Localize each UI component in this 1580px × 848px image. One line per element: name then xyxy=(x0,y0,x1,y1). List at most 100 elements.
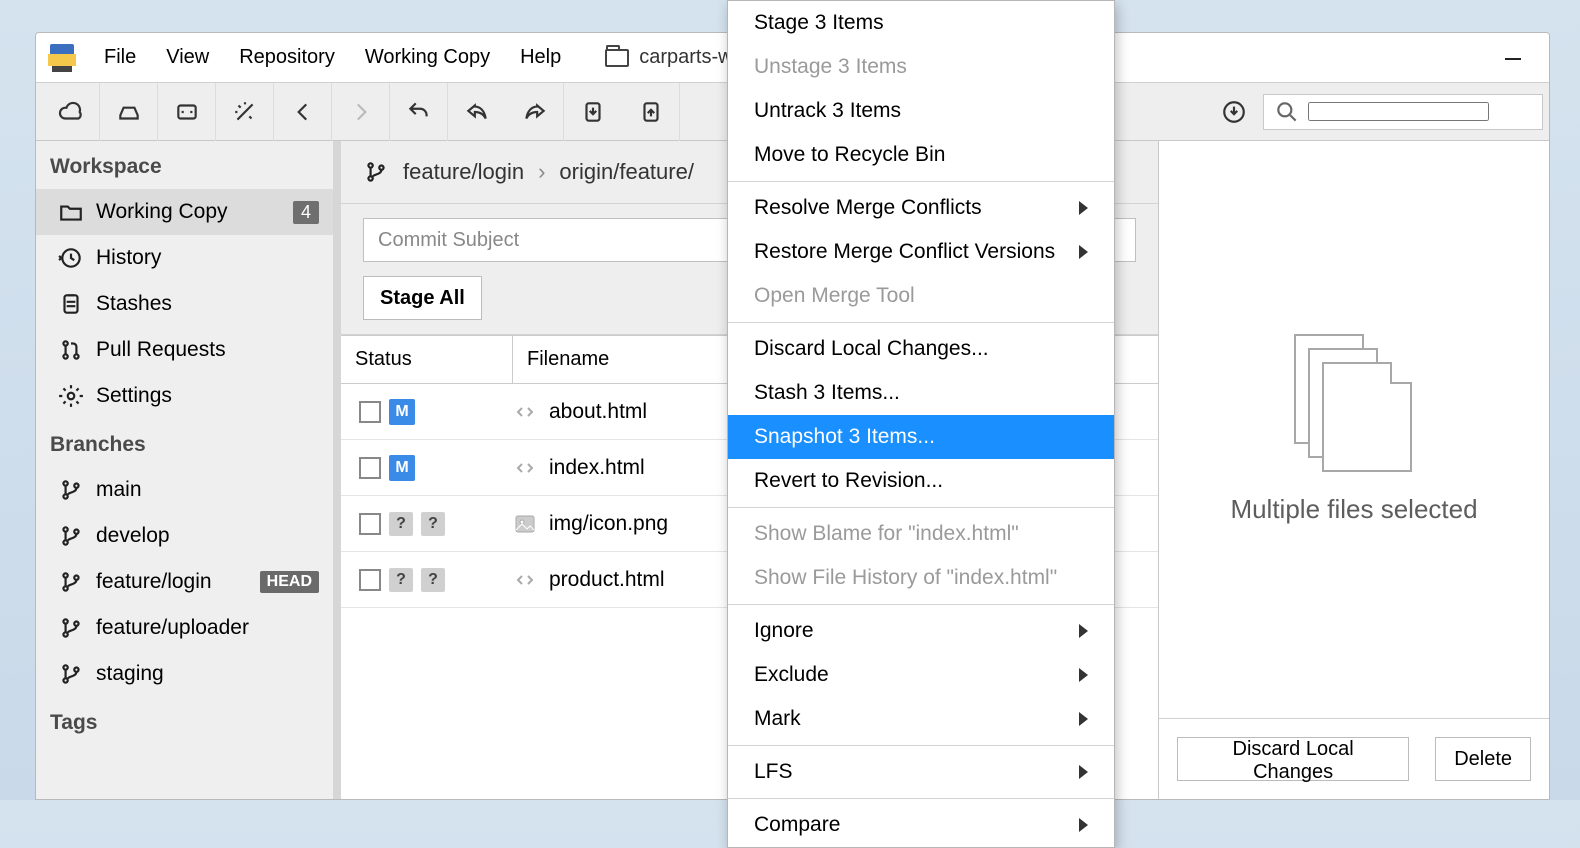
col-status[interactable]: Status xyxy=(341,336,513,383)
submenu-arrow-icon xyxy=(1079,245,1088,259)
menu-item-label: Resolve Merge Conflicts xyxy=(754,196,982,220)
sidebar-branch-feature-login[interactable]: feature/loginHEAD xyxy=(36,559,333,605)
code-icon xyxy=(513,568,537,592)
cloud-button[interactable] xyxy=(42,83,100,141)
search-box[interactable] xyxy=(1263,94,1543,130)
sidebar-branch-staging[interactable]: staging xyxy=(36,651,333,697)
sidebar-item-label: History xyxy=(96,246,161,270)
menu-separator xyxy=(728,322,1114,323)
menu-working-copy[interactable]: Working Copy xyxy=(357,42,498,73)
download-button[interactable] xyxy=(1205,83,1263,141)
discard-changes-button[interactable]: Discard Local Changes xyxy=(1177,737,1409,781)
file-checkbox[interactable] xyxy=(359,569,381,591)
context-menu-item[interactable]: Untrack 3 Items xyxy=(728,89,1114,133)
repo-breadcrumb: carparts-w xyxy=(605,46,732,69)
stash-push-button[interactable] xyxy=(564,83,622,141)
context-menu-item[interactable]: Stage 3 Items xyxy=(728,1,1114,45)
branch-icon xyxy=(58,523,84,549)
menu-item-label: Show Blame for "index.html" xyxy=(754,522,1019,546)
sidebar-item-history[interactable]: History xyxy=(36,235,333,281)
search-input[interactable] xyxy=(1308,102,1489,121)
sidebar-branch-feature-uploader[interactable]: feature/uploader xyxy=(36,605,333,651)
sidebar-item-working-copy[interactable]: Working Copy 4 xyxy=(36,189,333,235)
context-menu-item: Show File History of "index.html" xyxy=(728,556,1114,600)
menu-item-label: Revert to Revision... xyxy=(754,469,943,493)
branch-label: feature/uploader xyxy=(96,616,249,640)
context-menu-item[interactable]: Restore Merge Conflict Versions xyxy=(728,230,1114,274)
window-minimize-button[interactable] xyxy=(1497,47,1529,71)
menu-help[interactable]: Help xyxy=(512,42,569,73)
section-tags: Tags xyxy=(36,697,333,745)
context-menu-item[interactable]: Mark xyxy=(728,697,1114,741)
file-checkbox[interactable] xyxy=(359,401,381,423)
menu-separator xyxy=(728,507,1114,508)
menu-item-label: Exclude xyxy=(754,663,829,687)
sidebar: Workspace Working Copy 4 History Stashes… xyxy=(36,141,341,799)
chevron-right-icon: › xyxy=(538,159,545,185)
sidebar-item-settings[interactable]: Settings xyxy=(36,373,333,419)
status-untracked-badge: ? xyxy=(421,568,445,592)
menu-item-label: Restore Merge Conflict Versions xyxy=(754,240,1055,264)
section-workspace: Workspace xyxy=(36,141,333,189)
stage-all-button[interactable]: Stage All xyxy=(363,276,482,320)
context-menu-item[interactable]: Compare xyxy=(728,803,1114,847)
stash-pop-button[interactable] xyxy=(622,83,680,141)
menu-file[interactable]: File xyxy=(96,42,144,73)
file-checkbox[interactable] xyxy=(359,457,381,479)
right-actions: Discard Local Changes Delete xyxy=(1159,718,1549,799)
file-checkbox[interactable] xyxy=(359,513,381,535)
nav-forward-button[interactable] xyxy=(332,83,390,141)
context-menu[interactable]: Stage 3 ItemsUnstage 3 ItemsUntrack 3 It… xyxy=(727,0,1115,848)
pull-request-icon xyxy=(58,337,84,363)
context-menu-item[interactable]: LFS xyxy=(728,750,1114,794)
app-logo-icon xyxy=(48,44,76,72)
undo-button[interactable] xyxy=(390,83,448,141)
sidebar-branch-main[interactable]: main xyxy=(36,467,333,513)
context-menu-item[interactable]: Move to Recycle Bin xyxy=(728,133,1114,177)
branch-label: main xyxy=(96,478,142,502)
sidebar-item-label: Working Copy xyxy=(96,200,228,224)
quickopen-button[interactable] xyxy=(158,83,216,141)
menu-item-label: Stash 3 Items... xyxy=(754,381,900,405)
submenu-arrow-icon xyxy=(1079,818,1088,832)
menu-view[interactable]: View xyxy=(158,42,217,73)
context-menu-item[interactable]: Exclude xyxy=(728,653,1114,697)
context-menu-item[interactable]: Ignore xyxy=(728,609,1114,653)
branch-icon xyxy=(363,159,389,185)
menu-item-label: LFS xyxy=(754,760,793,784)
folder-icon xyxy=(58,199,84,225)
submenu-arrow-icon xyxy=(1079,765,1088,779)
head-badge: HEAD xyxy=(260,571,319,593)
context-menu-item[interactable]: Resolve Merge Conflicts xyxy=(728,186,1114,230)
code-icon xyxy=(513,456,537,480)
context-menu-item[interactable]: Snapshot 3 Items... xyxy=(728,415,1114,459)
magic-button[interactable] xyxy=(216,83,274,141)
file-name: index.html xyxy=(549,456,645,480)
upstream-branch: origin/feature/ xyxy=(559,159,694,185)
submenu-arrow-icon xyxy=(1079,668,1088,682)
menu-repository[interactable]: Repository xyxy=(231,42,343,73)
sidebar-item-pull-requests[interactable]: Pull Requests xyxy=(36,327,333,373)
redo-fill-icon[interactable] xyxy=(506,83,564,141)
file-name: img/icon.png xyxy=(549,512,668,536)
submenu-arrow-icon xyxy=(1079,201,1088,215)
sidebar-item-stashes[interactable]: Stashes xyxy=(36,281,333,327)
branch-label: develop xyxy=(96,524,170,548)
delete-button[interactable]: Delete xyxy=(1435,737,1531,781)
status-untracked-badge: ? xyxy=(421,512,445,536)
nav-back-button[interactable] xyxy=(274,83,332,141)
context-menu-item[interactable]: Revert to Revision... xyxy=(728,459,1114,503)
context-menu-item[interactable]: Discard Local Changes... xyxy=(728,327,1114,371)
context-menu-item: Open Merge Tool xyxy=(728,274,1114,318)
sidebar-branch-develop[interactable]: develop xyxy=(36,513,333,559)
menu-separator xyxy=(728,798,1114,799)
local-button[interactable] xyxy=(100,83,158,141)
section-branches: Branches xyxy=(36,419,333,467)
undo-fill-icon[interactable] xyxy=(448,83,506,141)
working-copy-badge: 4 xyxy=(293,201,319,224)
menu-separator xyxy=(728,181,1114,182)
context-menu-item: Unstage 3 Items xyxy=(728,45,1114,89)
documents-stack-icon xyxy=(1294,334,1414,474)
context-menu-item[interactable]: Stash 3 Items... xyxy=(728,371,1114,415)
repo-name: carparts-w xyxy=(639,46,732,69)
